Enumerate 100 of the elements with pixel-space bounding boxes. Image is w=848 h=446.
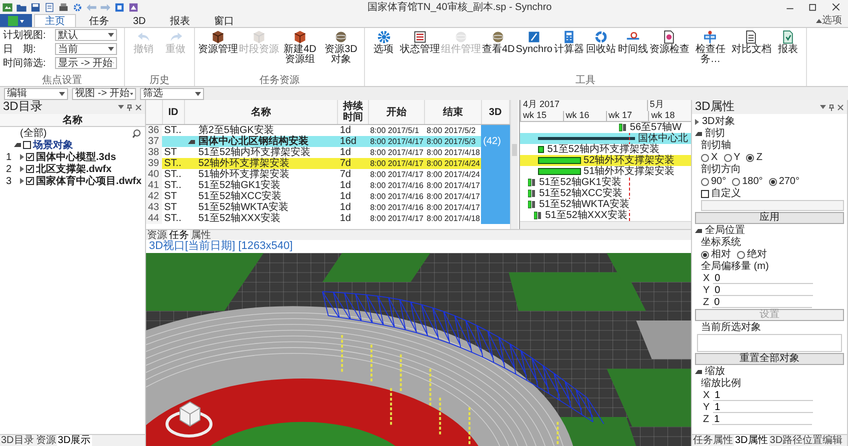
- dropdown-field[interactable]: 默认: [55, 29, 117, 41]
- radio-button[interactable]: [701, 154, 709, 162]
- ribbon-tab[interactable]: 报表: [158, 14, 201, 27]
- panel-tab[interactable]: 任务属性: [692, 435, 734, 446]
- table-row[interactable]: 40 ST.. 51轴外环支撑架安装 7d 8:00 2017/4/17 8:00 2017/4/24: [146, 169, 510, 180]
- panel-button[interactable]: 应用: [695, 212, 844, 224]
- radio-button[interactable]: [724, 154, 732, 162]
- radio-label[interactable]: X: [711, 152, 718, 163]
- panel-tab[interactable]: 3D展示: [56, 435, 92, 446]
- ribbon-button[interactable]: 计算器: [553, 29, 584, 75]
- milestone-icon[interactable]: [528, 189, 536, 198]
- ribbon-button[interactable]: Synchro: [516, 29, 552, 75]
- column-header[interactable]: ID: [162, 100, 184, 124]
- filter-text[interactable]: (全部): [20, 128, 47, 138]
- tree-item[interactable]: 北区支撑架.dwfx: [36, 164, 112, 174]
- input-field[interactable]: 1: [712, 414, 812, 424]
- ribbon-button[interactable]: 时间线: [617, 29, 648, 75]
- panel-tab[interactable]: 3D目录: [0, 435, 35, 446]
- tree-item[interactable]: 国体中心模型.3ds: [36, 152, 116, 162]
- checkbox[interactable]: [23, 141, 31, 149]
- radio-label[interactable]: Y: [734, 152, 740, 163]
- tree-item[interactable]: 国家体育中心项目.dwfx: [36, 176, 142, 186]
- ribbon-button[interactable]: 报表: [772, 29, 804, 75]
- table-row[interactable]: 39 ST.. 52轴外环支撑架安装 7d 8:00 2017/4/17 8:00 2017/4/24: [146, 158, 510, 169]
- expander-icon[interactable]: [695, 370, 702, 374]
- tree-item[interactable]: 场景对象: [33, 140, 73, 150]
- ribbon-button[interactable]: 选项: [368, 29, 399, 75]
- section-header[interactable]: 剖切: [705, 128, 725, 139]
- table-row[interactable]: 42 ST 51至52轴XCC安装 1d 8:00 2017/4/16 8:00 2017/4/17: [146, 191, 510, 202]
- checkbox[interactable]: [26, 177, 34, 185]
- input-field[interactable]: 0: [712, 286, 813, 296]
- input-field[interactable]: 0: [712, 298, 812, 308]
- ribbon-button[interactable]: 资源3D对象: [321, 29, 361, 75]
- radio-label[interactable]: Z: [756, 152, 762, 163]
- milestone-icon[interactable]: [528, 178, 536, 187]
- dropdown-field[interactable]: 显示 -> 开始: [55, 57, 117, 69]
- radio-button[interactable]: [746, 154, 754, 162]
- task-bar[interactable]: [538, 146, 544, 153]
- panel-tab[interactable]: 资源: [146, 230, 168, 240]
- list-field[interactable]: [697, 334, 842, 352]
- scrollbar[interactable]: [510, 100, 518, 229]
- ribbon-button[interactable]: 检查任务…: [690, 29, 730, 75]
- column-header[interactable]: 名称: [184, 100, 338, 124]
- pin-icon[interactable]: [828, 104, 835, 110]
- expander-icon[interactable]: [695, 118, 699, 124]
- ribbon-tab[interactable]: 任务: [78, 14, 120, 27]
- section-header[interactable]: 缩放: [705, 366, 725, 377]
- radio-button[interactable]: [701, 250, 709, 258]
- stadium-3d-view-drawing[interactable]: [146, 253, 691, 446]
- radio-button[interactable]: [701, 178, 709, 186]
- radio-label[interactable]: 90°: [711, 176, 726, 187]
- expander-icon[interactable]: [695, 132, 702, 136]
- ribbon-tab[interactable]: 3D: [122, 14, 157, 27]
- task-bar[interactable]: [538, 168, 581, 175]
- milestone-icon[interactable]: [534, 211, 542, 220]
- milestone-icon[interactable]: [618, 123, 627, 132]
- radio-button[interactable]: [768, 178, 777, 186]
- panel-tab[interactable]: 3D属性: [734, 435, 769, 446]
- table-row[interactable]: 37 国体中心北区钢结构安装 16d 8:00 2017/4/17 8:00 2017/5/3 (42): [146, 136, 510, 147]
- input-field[interactable]: 1: [712, 402, 813, 412]
- panel-button[interactable]: 重置全部对象: [695, 353, 844, 365]
- panel-tab[interactable]: 资源: [34, 435, 57, 446]
- column-header[interactable]: 持续时间: [338, 100, 368, 124]
- table-row[interactable]: 43 ST 51至52轴WKTA安装 1d 8:00 2017/4/16 8:00 2017/4/17: [146, 202, 510, 213]
- scrollbar[interactable]: [520, 221, 691, 229]
- ribbon-options-button[interactable]: 选项: [816, 14, 848, 27]
- dropdown-field[interactable]: 当前: [55, 43, 117, 55]
- table-row[interactable]: 44 ST.. 51至52轴XXX安装 1d 8:00 2017/4/17 8:00 2017/4/18: [146, 213, 510, 224]
- checkbox[interactable]: [701, 190, 709, 198]
- radio-button[interactable]: [732, 178, 740, 186]
- caret-icon[interactable]: [118, 105, 124, 109]
- table-row[interactable]: 41 ST.. 51至52轴GK1安装 1d 8:00 2017/4/16 8:00 2017/4/17: [146, 180, 510, 191]
- dropdown-field[interactable]: 筛选: [140, 88, 204, 100]
- radio-label[interactable]: 180°: [742, 176, 763, 187]
- column-header[interactable]: 开始: [368, 100, 425, 124]
- expander-icon[interactable]: [695, 228, 702, 232]
- ribbon-button[interactable]: 资源管理: [198, 29, 238, 75]
- checkbox[interactable]: [26, 153, 34, 161]
- close-icon[interactable]: [837, 104, 844, 110]
- ribbon-button[interactable]: 对比文档: [731, 29, 772, 75]
- search-icon[interactable]: [132, 128, 141, 138]
- section-header[interactable]: 3D对象: [702, 116, 735, 127]
- ribbon-button[interactable]: 查看4D: [482, 29, 515, 75]
- table-row[interactable]: 36 ST.. 第2至5轴GK安装 1d 8:00 2017/5/1 8:00 2017/5/2: [146, 124, 510, 136]
- caret-icon[interactable]: [820, 105, 826, 109]
- column-header[interactable]: 3D: [481, 100, 510, 124]
- radio-label[interactable]: 相对: [711, 249, 731, 260]
- table-row[interactable]: 38 ST 51至52轴内环支撑架安装 1d 8:00 2017/4/17 8:00 2017/4/18: [146, 147, 510, 158]
- checkbox-label[interactable]: 自定义: [711, 188, 741, 199]
- radio-button[interactable]: [737, 250, 745, 258]
- ribbon-button[interactable]: 资源检查: [649, 29, 690, 75]
- input-field[interactable]: 1: [712, 390, 813, 400]
- ribbon-tab[interactable]: 主页: [34, 14, 76, 27]
- ribbon-button[interactable]: 新建4D资源组: [280, 29, 320, 75]
- ribbon-button[interactable]: 回收站: [585, 29, 616, 75]
- dropdown-field[interactable]: 视图 -> 开始: [72, 88, 136, 100]
- panel-tab[interactable]: 属性: [190, 230, 212, 240]
- checkbox[interactable]: [26, 165, 34, 173]
- toolbar-button[interactable]: [44, 0, 55, 14]
- radio-label[interactable]: 270°: [778, 176, 800, 187]
